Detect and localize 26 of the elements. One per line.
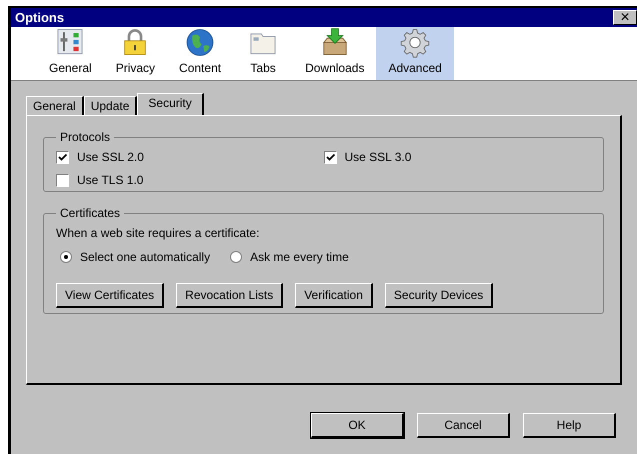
dialog-button[interactable]: Cancel	[417, 413, 510, 438]
certificate-prompt: When a web site requires a certificate:	[56, 225, 260, 242]
close-button[interactable]: ×	[613, 10, 637, 25]
tab[interactable]: General	[26, 96, 84, 115]
checkbox-label: Use SSL 3.0	[344, 149, 412, 166]
toolbar-button[interactable]: Advanced	[376, 27, 454, 80]
group-title: Protocols	[59, 129, 112, 146]
dialog-button[interactable]: Verification	[295, 283, 373, 308]
dialog-button[interactable]: View Certificates	[56, 283, 164, 308]
checkbox-label: Use TLS 1.0	[77, 172, 144, 189]
dialog-button[interactable]: Help	[523, 413, 616, 438]
dialog-button[interactable]: Revocation Lists	[176, 283, 284, 308]
checkbox-label: Use SSL 2.0	[77, 149, 144, 166]
radio-button[interactable]	[60, 251, 72, 263]
radio-label: Ask me every time	[250, 249, 349, 266]
checkbox[interactable]	[324, 150, 336, 164]
group-title: Certificates	[59, 205, 122, 222]
checkbox[interactable]	[56, 150, 69, 164]
dialog-button[interactable]: Security Devices	[384, 283, 494, 308]
dialog-button[interactable]: OK	[311, 413, 404, 438]
window-title: Options	[15, 8, 64, 27]
tab[interactable]: Update	[84, 96, 138, 115]
radio-label: Select one automatically	[80, 249, 210, 266]
radio-button[interactable]	[230, 251, 242, 263]
checkbox[interactable]	[56, 174, 69, 186]
tab[interactable]: Security	[137, 93, 204, 115]
